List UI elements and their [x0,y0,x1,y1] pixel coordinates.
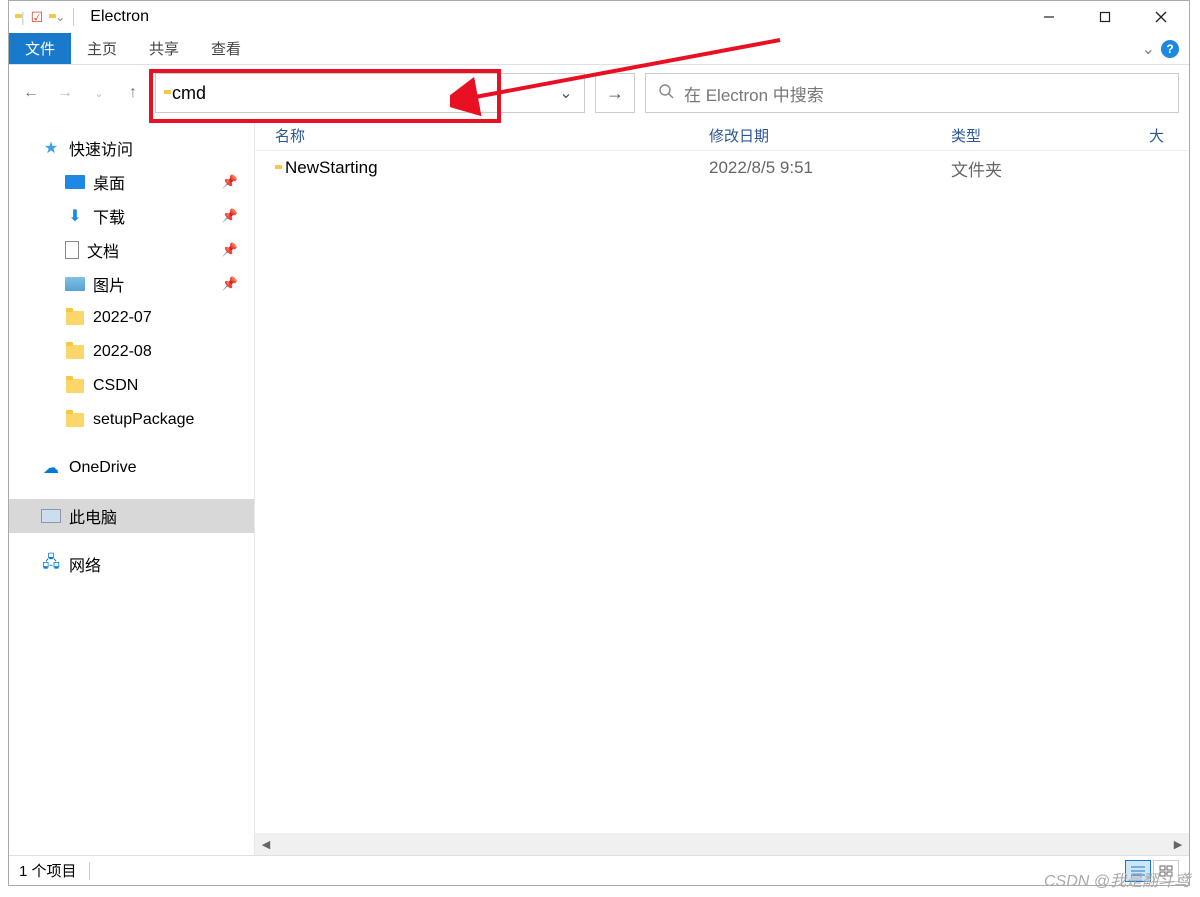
forward-button[interactable]: → [53,81,77,105]
window-controls [1021,1,1189,33]
column-size[interactable]: 大 [1149,125,1189,146]
scroll-left-icon[interactable]: ◀ [255,833,277,855]
star-icon: ★ [41,138,61,158]
tab-share[interactable]: 共享 [133,33,195,64]
search-icon [658,83,674,104]
folder-icon [65,342,85,362]
main-pane: 名称 修改日期 类型 大 NewStarting 2022/8/5 9:51 文… [255,121,1189,855]
file-row[interactable]: NewStarting 2022/8/5 9:51 文件夹 [255,151,1189,185]
desktop-icon [65,175,85,189]
sidebar-quick-access[interactable]: ★ 快速访问 [9,131,254,165]
sidebar-onedrive[interactable]: ☁ OneDrive [9,451,254,485]
file-date: 2022/8/5 9:51 [709,158,951,178]
computer-icon [41,509,61,523]
help-icon[interactable]: ? [1161,40,1179,58]
watermark: CSDN @我是翻斗鸢 [1044,867,1190,891]
quick-access-toolbar: | ☑ ⌄ [15,9,65,26]
divider [89,862,90,880]
refresh-button[interactable]: → [595,73,635,113]
sidebar-item-folder[interactable]: CSDN [9,369,254,403]
file-type: 文件夹 [951,156,1189,181]
pin-icon: 📌 [222,174,238,190]
back-button[interactable]: ← [19,81,43,105]
titlebar: | ☑ ⌄ Electron [9,1,1189,33]
explorer-window: | ☑ ⌄ Electron 文件 主页 共享 查看 ⌄ ? ← → ⌄ ↑ [8,0,1190,886]
divider [73,8,74,26]
sidebar-label: 快速访问 [69,136,133,160]
sidebar-item-pictures[interactable]: 图片 📌 [9,267,254,301]
folder-icon [65,410,85,430]
pin-icon: 📌 [222,242,238,258]
sidebar-item-label: 图片 [93,272,125,296]
folder-icon [65,308,85,328]
close-button[interactable] [1133,1,1189,33]
column-headers: 名称 修改日期 类型 大 [255,121,1189,151]
horizontal-scrollbar[interactable]: ◀ ▶ [255,833,1189,855]
column-name[interactable]: 名称 [275,125,709,146]
scroll-right-icon[interactable]: ▶ [1167,833,1189,855]
file-name: NewStarting [285,158,378,178]
recent-dropdown-icon[interactable]: ⌄ [87,81,111,105]
nav-arrows: ← → ⌄ ↑ [19,81,145,105]
search-box[interactable]: 在 Electron 中搜索 [645,73,1179,113]
cloud-icon: ☁ [41,458,61,478]
maximize-button[interactable] [1077,1,1133,33]
folder-icon [65,376,85,396]
file-list[interactable]: NewStarting 2022/8/5 9:51 文件夹 [255,151,1189,833]
sidebar-label: 网络 [69,552,101,576]
up-button[interactable]: ↑ [121,81,145,105]
sidebar-item-folder[interactable]: 2022-08 [9,335,254,369]
sidebar-item-label: setupPackage [93,411,194,429]
sidebar-item-desktop[interactable]: 桌面 📌 [9,165,254,199]
address-bar[interactable]: ⌄ [155,73,585,113]
nav-sidebar: ★ 快速访问 桌面 📌 ⬇ 下载 📌 文档 📌 图片 📌 [9,121,255,855]
pin-icon: 📌 [222,276,238,292]
sidebar-item-folder[interactable]: setupPackage [9,403,254,437]
tab-home[interactable]: 主页 [71,33,133,64]
ribbon-tabs: 文件 主页 共享 查看 ⌄ ? [9,33,1189,65]
nav-row: ← → ⌄ ↑ ⌄ → 在 Electron 中搜索 [9,65,1189,121]
pin-icon: 📌 [222,208,238,224]
window-title: Electron [90,8,149,26]
address-history-icon[interactable]: ⌄ [556,83,576,103]
sidebar-item-label: 2022-07 [93,309,152,327]
body: ★ 快速访问 桌面 📌 ⬇ 下载 📌 文档 📌 图片 📌 [9,121,1189,855]
sidebar-label: OneDrive [69,459,137,477]
download-icon: ⬇ [65,206,85,226]
network-icon: 🖧 [41,554,61,574]
qat-chevron-icon[interactable]: ⌄ [55,10,65,24]
minimize-button[interactable] [1021,1,1077,33]
search-placeholder: 在 Electron 中搜索 [684,81,824,106]
column-date[interactable]: 修改日期 [709,125,951,146]
sidebar-item-label: CSDN [93,377,138,395]
sidebar-item-label: 下载 [93,204,125,228]
sidebar-item-label: 文档 [87,238,119,262]
ribbon-expand-icon[interactable]: ⌄ [1142,39,1155,59]
tab-view[interactable]: 查看 [195,33,257,64]
status-bar: 1 个项目 [9,855,1189,885]
sidebar-item-label: 2022-08 [93,343,152,361]
sidebar-label: 此电脑 [69,504,117,528]
column-type[interactable]: 类型 [951,125,1149,146]
tab-file[interactable]: 文件 [9,33,71,64]
checkbox-icon[interactable]: ☑ [31,9,44,26]
scroll-track[interactable] [277,833,1167,855]
sidebar-this-pc[interactable]: 此电脑 [9,499,254,533]
sidebar-item-label: 桌面 [93,170,125,194]
sidebar-item-documents[interactable]: 文档 📌 [9,233,254,267]
address-input[interactable] [172,83,548,104]
sidebar-network[interactable]: 🖧 网络 [9,547,254,581]
document-icon [65,241,79,259]
sidebar-item-downloads[interactable]: ⬇ 下载 📌 [9,199,254,233]
picture-icon [65,277,85,291]
status-count: 1 个项目 [19,860,77,881]
sidebar-item-folder[interactable]: 2022-07 [9,301,254,335]
